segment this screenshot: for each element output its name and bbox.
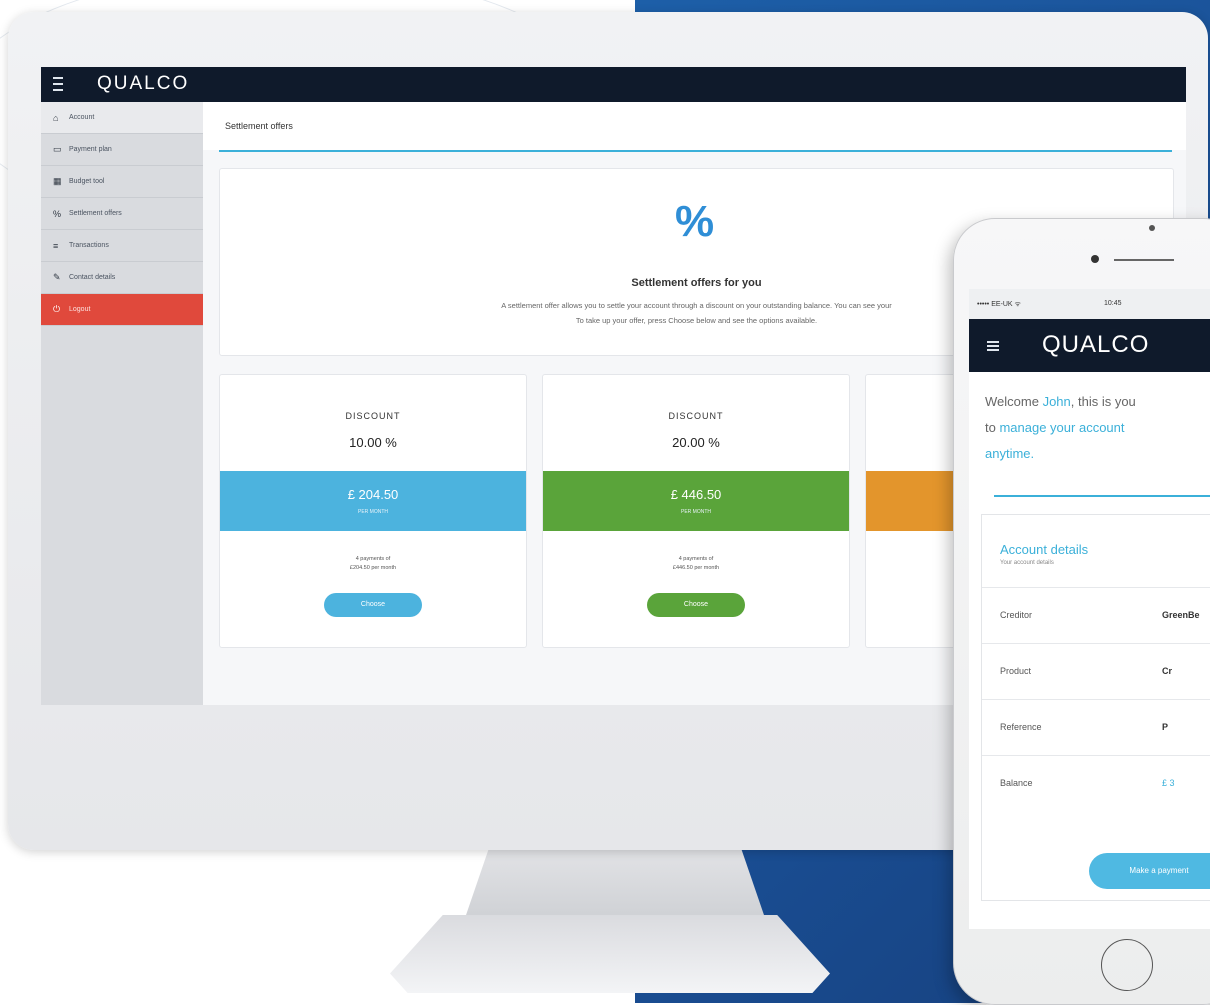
percent-icon: %	[675, 197, 715, 246]
detail-row: Reference P	[982, 699, 1210, 756]
offer-note-line: 4 payments of	[355, 556, 391, 562]
offer-note-line: 4 payments of	[678, 556, 714, 562]
offer-amount-band: £ 204.50 PER MONTH	[220, 471, 526, 531]
welcome-text: anytime.	[985, 446, 1035, 461]
brand-logo: QUALCO	[1042, 331, 1150, 358]
percent-icon: %	[53, 208, 62, 219]
brand-logo: QUALCO	[97, 73, 190, 94]
phone-speaker	[1114, 259, 1174, 261]
phone-bottom-bezel	[954, 929, 1210, 1004]
calculator-icon: ▦	[53, 176, 62, 186]
sidebar-item-transactions[interactable]: ≡ Transactions	[41, 230, 203, 262]
monitor-stand-base	[390, 915, 830, 993]
offer-note-line: £446.50 per month	[672, 565, 720, 571]
mobile-navbar: QUALCO	[969, 319, 1210, 372]
mobile-phone: ••••• EE-UK ᯤ 10:45 QUALCO Welcome John,…	[953, 218, 1210, 1005]
detail-key: Reference	[1000, 722, 1042, 732]
sidebar-item-label: Account	[69, 114, 95, 121]
offer-label: DISCOUNT	[668, 411, 724, 421]
sidebar-item-account[interactable]: ⌂ Account	[41, 102, 203, 134]
detail-row: Balance £ 3	[982, 755, 1210, 812]
offer-amount: £ 204.50	[347, 487, 399, 502]
page-header: Settlement offers	[203, 102, 1186, 150]
sidebar-item-label: Transactions	[69, 242, 109, 249]
sidebar-item-label: Contact details	[69, 274, 116, 281]
status-time: 10:45	[1104, 300, 1122, 307]
detail-value: P	[1162, 722, 1169, 732]
choose-button[interactable]: Choose	[324, 593, 422, 617]
offer-card: DISCOUNT 20.00 % £ 446.50 PER MONTH 4 pa…	[542, 374, 850, 648]
account-details-title: Account details	[1000, 542, 1089, 557]
calendar-icon: ▭	[53, 144, 62, 154]
offer-note: 4 payments of £446.50 per month	[543, 555, 849, 573]
sidebar-item-label: Settlement offers	[69, 210, 122, 217]
welcome-text: , this is you	[1070, 394, 1136, 409]
contact-icon: ✎	[53, 272, 61, 282]
welcome-message: Welcome John, this is you to manage your…	[985, 389, 1210, 467]
desktop-topbar: QUALCO	[41, 67, 1186, 102]
phone-sensor	[1149, 225, 1155, 231]
welcome-user-name: John	[1042, 394, 1071, 409]
make-payment-button[interactable]: Make a payment	[1089, 853, 1210, 889]
detail-key: Creditor	[1000, 610, 1033, 620]
account-details-card: Account details Your account details Cre…	[981, 514, 1210, 901]
offer-amount: £ 446.50	[670, 487, 722, 502]
sidebar: ⌂ Account ▭ Payment plan ▦ Budget tool %…	[41, 102, 203, 705]
monitor-stand-neck	[465, 848, 765, 918]
home-button[interactable]	[1101, 939, 1153, 991]
offer-note-line: £204.50 per month	[349, 565, 397, 571]
sidebar-item-payment-plan[interactable]: ▭ Payment plan	[41, 134, 203, 166]
mobile-status-bar: ••••• EE-UK ᯤ 10:45	[969, 289, 1210, 319]
offer-amount-period: PER MONTH	[681, 509, 711, 515]
page-title-underline	[219, 150, 1172, 152]
welcome-underline	[994, 495, 1210, 497]
detail-row: Creditor GreenBe	[982, 587, 1210, 644]
logout-icon: ⏻	[53, 304, 61, 314]
offer-card: DISCOUNT 10.00 % £ 204.50 PER MONTH 4 pa…	[219, 374, 527, 648]
welcome-text: to	[985, 420, 1000, 435]
detail-value: GreenBe	[1162, 610, 1200, 620]
sidebar-item-label: Budget tool	[69, 178, 105, 185]
manage-account-link[interactable]: manage your account	[999, 420, 1124, 435]
sidebar-item-logout[interactable]: ⏻ Logout	[41, 294, 203, 326]
home-icon: ⌂	[53, 112, 59, 123]
detail-value: Cr	[1162, 666, 1173, 676]
account-details-subtitle: Your account details	[1000, 560, 1054, 566]
mobile-screen: ••••• EE-UK ᯤ 10:45 QUALCO Welcome John,…	[969, 289, 1210, 929]
sidebar-item-contact-details[interactable]: ✎ Contact details	[41, 262, 203, 294]
detail-row: Product Cr	[982, 643, 1210, 700]
page-title: Settlement offers	[225, 121, 293, 131]
sidebar-item-settlement-offers[interactable]: % Settlement offers	[41, 198, 203, 230]
sidebar-item-label: Logout	[69, 306, 91, 313]
menu-icon[interactable]	[987, 341, 999, 351]
status-carrier: ••••• EE-UK ᯤ	[977, 301, 1021, 308]
offer-percent: 10.00 %	[349, 435, 397, 450]
offer-label: DISCOUNT	[345, 411, 401, 421]
welcome-text: Welcome	[985, 394, 1043, 409]
menu-icon[interactable]	[53, 77, 63, 91]
offer-amount-band: £ 446.50 PER MONTH	[543, 471, 849, 531]
detail-value: £ 3	[1162, 778, 1175, 788]
choose-button[interactable]: Choose	[647, 593, 745, 617]
sidebar-item-budget-tool[interactable]: ▦ Budget tool	[41, 166, 203, 198]
offer-percent: 20.00 %	[672, 435, 720, 450]
list-icon: ≡	[53, 240, 59, 251]
offer-amount-period: PER MONTH	[358, 509, 388, 515]
detail-key: Product	[1000, 666, 1032, 676]
phone-camera	[1091, 255, 1099, 263]
offer-note: 4 payments of £204.50 per month	[220, 555, 526, 573]
sidebar-item-label: Payment plan	[69, 146, 112, 153]
detail-key: Balance	[1000, 778, 1033, 788]
